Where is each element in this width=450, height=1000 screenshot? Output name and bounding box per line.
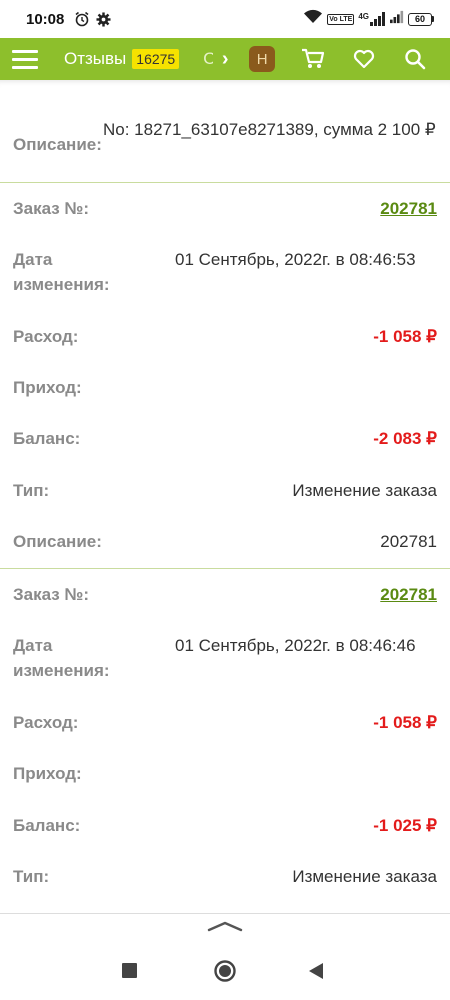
- chevron-right-icon[interactable]: ›: [217, 48, 233, 71]
- expense-value: -1 058 ₽: [373, 713, 437, 732]
- type-value: Изменение заказа: [292, 867, 437, 886]
- recent-apps-icon[interactable]: [122, 963, 137, 978]
- alarm-icon: [74, 11, 90, 27]
- expense-label: Расход:: [13, 713, 79, 732]
- volte-badge: Vo LTE: [327, 13, 355, 25]
- search-icon[interactable]: [403, 47, 427, 71]
- reviews-link[interactable]: Отзывы: [64, 49, 126, 69]
- type-value: Изменение заказа: [292, 481, 437, 500]
- user-avatar[interactable]: Н: [249, 46, 276, 72]
- status-indicators: Vo LTE 4G 60: [303, 9, 434, 29]
- hamburger-menu-icon[interactable]: [0, 38, 52, 80]
- order-label: Заказ №:: [13, 585, 90, 604]
- truncated-nav-item[interactable]: О: [203, 49, 213, 69]
- date-label: Дата изменения:: [13, 636, 110, 680]
- cart-icon[interactable]: [301, 47, 325, 71]
- order-number-link[interactable]: 202781: [380, 582, 437, 607]
- back-icon[interactable]: [308, 962, 324, 980]
- description-label: Описание:: [13, 532, 102, 551]
- chevron-up-icon[interactable]: [207, 919, 243, 937]
- description-label: Описание:: [13, 135, 102, 154]
- date-row: Дата изменения: 01 Сентябрь, 2022г. в 08…: [13, 247, 437, 299]
- signal-icon-2: [390, 10, 404, 29]
- date-label: Дата изменения:: [13, 250, 110, 294]
- wifi-icon: [303, 9, 323, 29]
- reviews-count-badge[interactable]: 16275: [132, 49, 180, 69]
- balance-label: Баланс:: [13, 816, 81, 835]
- date-row: Дата изменения: 01 Сентябрь, 2022г. в 08…: [13, 633, 437, 685]
- income-label: Приход:: [13, 378, 82, 397]
- type-label: Тип:: [13, 867, 50, 886]
- balance-value: -2 083 ₽: [373, 429, 437, 448]
- transactions-list: Описание: No: 18271_63107e8271389, сумма…: [0, 80, 450, 913]
- date-value: 01 Сентябрь, 2022г. в 08:46:53: [175, 250, 416, 269]
- order-number-link[interactable]: 202781: [380, 196, 437, 221]
- expense-label: Расход:: [13, 327, 79, 346]
- battery-level: 60: [408, 12, 432, 26]
- divider: [0, 182, 450, 183]
- divider: [0, 568, 450, 569]
- settings-gear-icon: [96, 11, 111, 27]
- app-header: Отзывы 16275 О › Н: [0, 38, 450, 80]
- balance-value: -1 025 ₽: [373, 816, 437, 835]
- balance-label: Баланс:: [13, 429, 81, 448]
- heart-icon[interactable]: [352, 47, 376, 71]
- type-label: Тип:: [13, 481, 50, 500]
- expense-value: -1 058 ₽: [373, 327, 437, 346]
- battery-icon: 60: [408, 12, 434, 26]
- system-nav-bar: [0, 941, 450, 1000]
- network-type: 4G: [358, 12, 369, 21]
- income-label: Приход:: [13, 764, 82, 783]
- date-value: 01 Сентябрь, 2022г. в 08:46:46: [175, 636, 416, 655]
- description-value: 202781: [380, 532, 437, 551]
- order-label: Заказ №:: [13, 199, 90, 218]
- status-time: 10:08: [26, 10, 65, 28]
- scroll-up-bar[interactable]: [0, 913, 450, 941]
- home-icon[interactable]: [213, 959, 237, 983]
- description-value: No: 18271_63107e8271389, сумма 2 100 ₽: [103, 120, 436, 139]
- status-bar: 10:08 Vo LTE 4G 60: [0, 0, 450, 38]
- signal-icon: 4G: [358, 12, 386, 26]
